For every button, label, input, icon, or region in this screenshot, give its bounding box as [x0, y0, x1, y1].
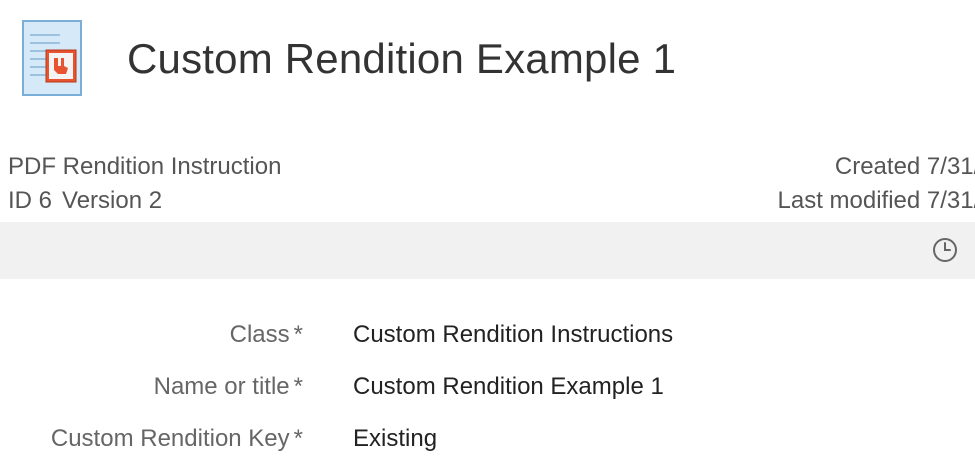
property-value[interactable]: Existing [353, 422, 437, 456]
document-properties-page: Custom Rendition Example 1 PDF Rendition… [0, 0, 975, 473]
page-title: Custom Rendition Example 1 [127, 35, 677, 82]
property-label: Class * [229, 321, 303, 348]
property-row-name-or-title: Name or title * Custom Rendition Example … [0, 364, 975, 416]
property-value[interactable]: Custom Rendition Example 1 [353, 370, 664, 404]
created-date: Created 7/31/20 [834, 153, 975, 180]
property-label: Name or title * [153, 373, 303, 400]
property-row-custom-rendition-key: Custom Rendition Key * Existing [0, 416, 975, 468]
required-marker: * [293, 321, 303, 348]
document-version: Version 2 [62, 187, 163, 214]
document-type-label: PDF Rendition Instruction [8, 153, 282, 180]
required-marker: * [293, 425, 303, 452]
properties-form: Class * Custom Rendition Instructions Nam… [0, 312, 975, 468]
property-row-class: Class * Custom Rendition Instructions [0, 312, 975, 364]
property-value[interactable]: Custom Rendition Instructions [353, 318, 673, 352]
document-id: ID 6 [8, 187, 53, 214]
document-meta-left: PDF Rendition Instruction ID 6 Version 2 [8, 150, 281, 218]
required-marker: * [293, 373, 303, 400]
last-modified-date: Last modified 7/31/20 [777, 187, 975, 214]
property-label: Custom Rendition Key * [50, 425, 303, 452]
pdf-rendition-document-icon [22, 20, 82, 96]
toolbar [0, 222, 975, 279]
clock-icon[interactable] [931, 236, 959, 264]
id-version-line: ID 6 Version 2 [8, 184, 281, 218]
header: Custom Rendition Example 1 [0, 0, 975, 120]
document-meta-right: Created 7/31/20 Last modified 7/31/20 [778, 150, 975, 218]
